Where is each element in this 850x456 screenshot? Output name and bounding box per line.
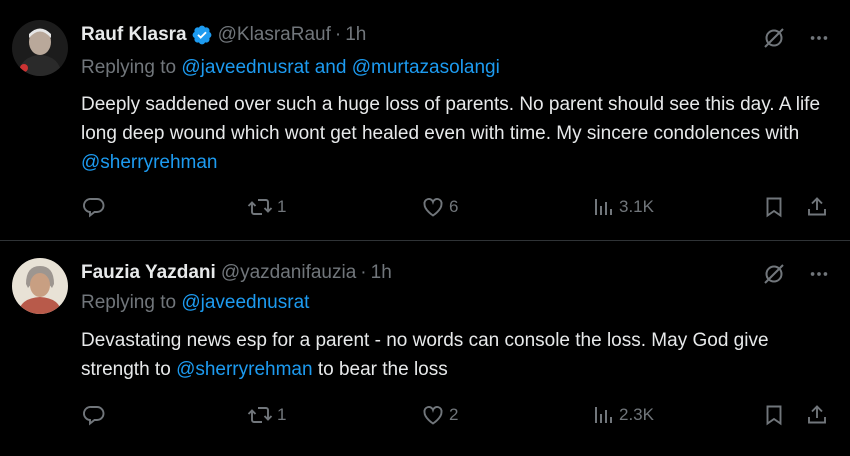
author-handle[interactable]: @yazdanifauzia xyxy=(221,262,356,284)
replying-to: Replying to @javeednusrat xyxy=(81,292,309,314)
mention-link[interactable]: @javeednusrat xyxy=(181,292,309,313)
reply-icon xyxy=(82,195,106,219)
like-count: 6 xyxy=(449,197,459,216)
share-button[interactable] xyxy=(806,195,828,219)
more-icon[interactable] xyxy=(808,27,830,49)
tweet-text-main: Deeply saddened over such a huge loss of… xyxy=(81,94,821,144)
author-handle[interactable]: @KlasraRauf xyxy=(218,24,331,46)
tweet-text: Devastating news esp for a parent - no w… xyxy=(81,326,821,384)
timestamp[interactable]: 1h xyxy=(345,24,366,46)
bookmark-icon xyxy=(763,195,785,219)
retweet-count: 1 xyxy=(277,405,287,424)
tweet-1[interactable]: Rauf Klasra @KlasraRauf · 1h Replying to… xyxy=(0,0,850,241)
bookmark-button[interactable] xyxy=(763,403,785,427)
retweet-button[interactable]: 1 xyxy=(247,403,286,427)
timestamp[interactable]: 1h xyxy=(371,262,392,284)
replying-and: and xyxy=(309,57,352,78)
replying-to-label: Replying to xyxy=(81,57,182,78)
separator-dot: · xyxy=(360,262,367,283)
replying-to: Replying to @javeednusrat and @murtazaso… xyxy=(81,57,500,79)
separator-dot: · xyxy=(334,24,342,45)
author-name[interactable]: Rauf Klasra xyxy=(81,24,187,46)
avatar[interactable] xyxy=(12,258,68,314)
verified-badge-icon xyxy=(191,24,213,46)
tweet-2[interactable]: Fauzia Yazdani @yazdanifauzia · 1h Reply… xyxy=(0,241,850,456)
like-button[interactable]: 6 xyxy=(421,195,458,219)
retweet-button[interactable]: 1 xyxy=(247,195,286,219)
reply-button[interactable] xyxy=(82,403,106,427)
share-icon xyxy=(806,403,828,427)
share-icon xyxy=(806,195,828,219)
views-icon xyxy=(593,403,615,427)
tweet-top-actions xyxy=(762,26,830,50)
views-button[interactable]: 3.1K xyxy=(593,195,654,219)
grok-icon[interactable] xyxy=(762,26,786,50)
mention-link[interactable]: @javeednusrat xyxy=(181,57,309,78)
bookmark-button[interactable] xyxy=(763,195,785,219)
replying-to-label: Replying to xyxy=(81,292,182,313)
author-name[interactable]: Fauzia Yazdani xyxy=(81,262,216,284)
tweet-text: Deeply saddened over such a huge loss of… xyxy=(81,90,821,177)
mention-link[interactable]: @murtazasolangi xyxy=(352,57,500,78)
like-button[interactable]: 2 xyxy=(421,403,458,427)
tweet-top-actions xyxy=(762,262,830,286)
grok-icon[interactable] xyxy=(762,262,786,286)
bookmark-icon xyxy=(763,403,785,427)
like-count: 2 xyxy=(449,405,459,424)
reply-button[interactable] xyxy=(82,195,106,219)
views-count: 2.3K xyxy=(619,405,654,424)
reply-icon xyxy=(82,403,106,427)
share-button[interactable] xyxy=(806,403,828,427)
views-count: 3.1K xyxy=(619,197,654,216)
more-icon[interactable] xyxy=(808,263,830,285)
mention-link[interactable]: @sherryrehman xyxy=(176,359,313,380)
mention-link[interactable]: @sherryrehman xyxy=(81,152,218,173)
tweet-header: Fauzia Yazdani @yazdanifauzia · 1h xyxy=(81,260,392,286)
retweet-icon xyxy=(247,195,273,219)
tweet-header: Rauf Klasra @KlasraRauf · 1h xyxy=(81,22,366,48)
retweet-count: 1 xyxy=(277,197,287,216)
action-bar: 1 2 2.3K xyxy=(0,403,850,429)
action-bar: 1 6 3.1K xyxy=(0,195,850,221)
views-button[interactable]: 2.3K xyxy=(593,403,654,427)
retweet-icon xyxy=(247,403,273,427)
like-icon xyxy=(421,195,445,219)
tweet-text-after: to bear the loss xyxy=(312,359,448,380)
like-icon xyxy=(421,403,445,427)
avatar[interactable] xyxy=(12,20,68,76)
views-icon xyxy=(593,195,615,219)
